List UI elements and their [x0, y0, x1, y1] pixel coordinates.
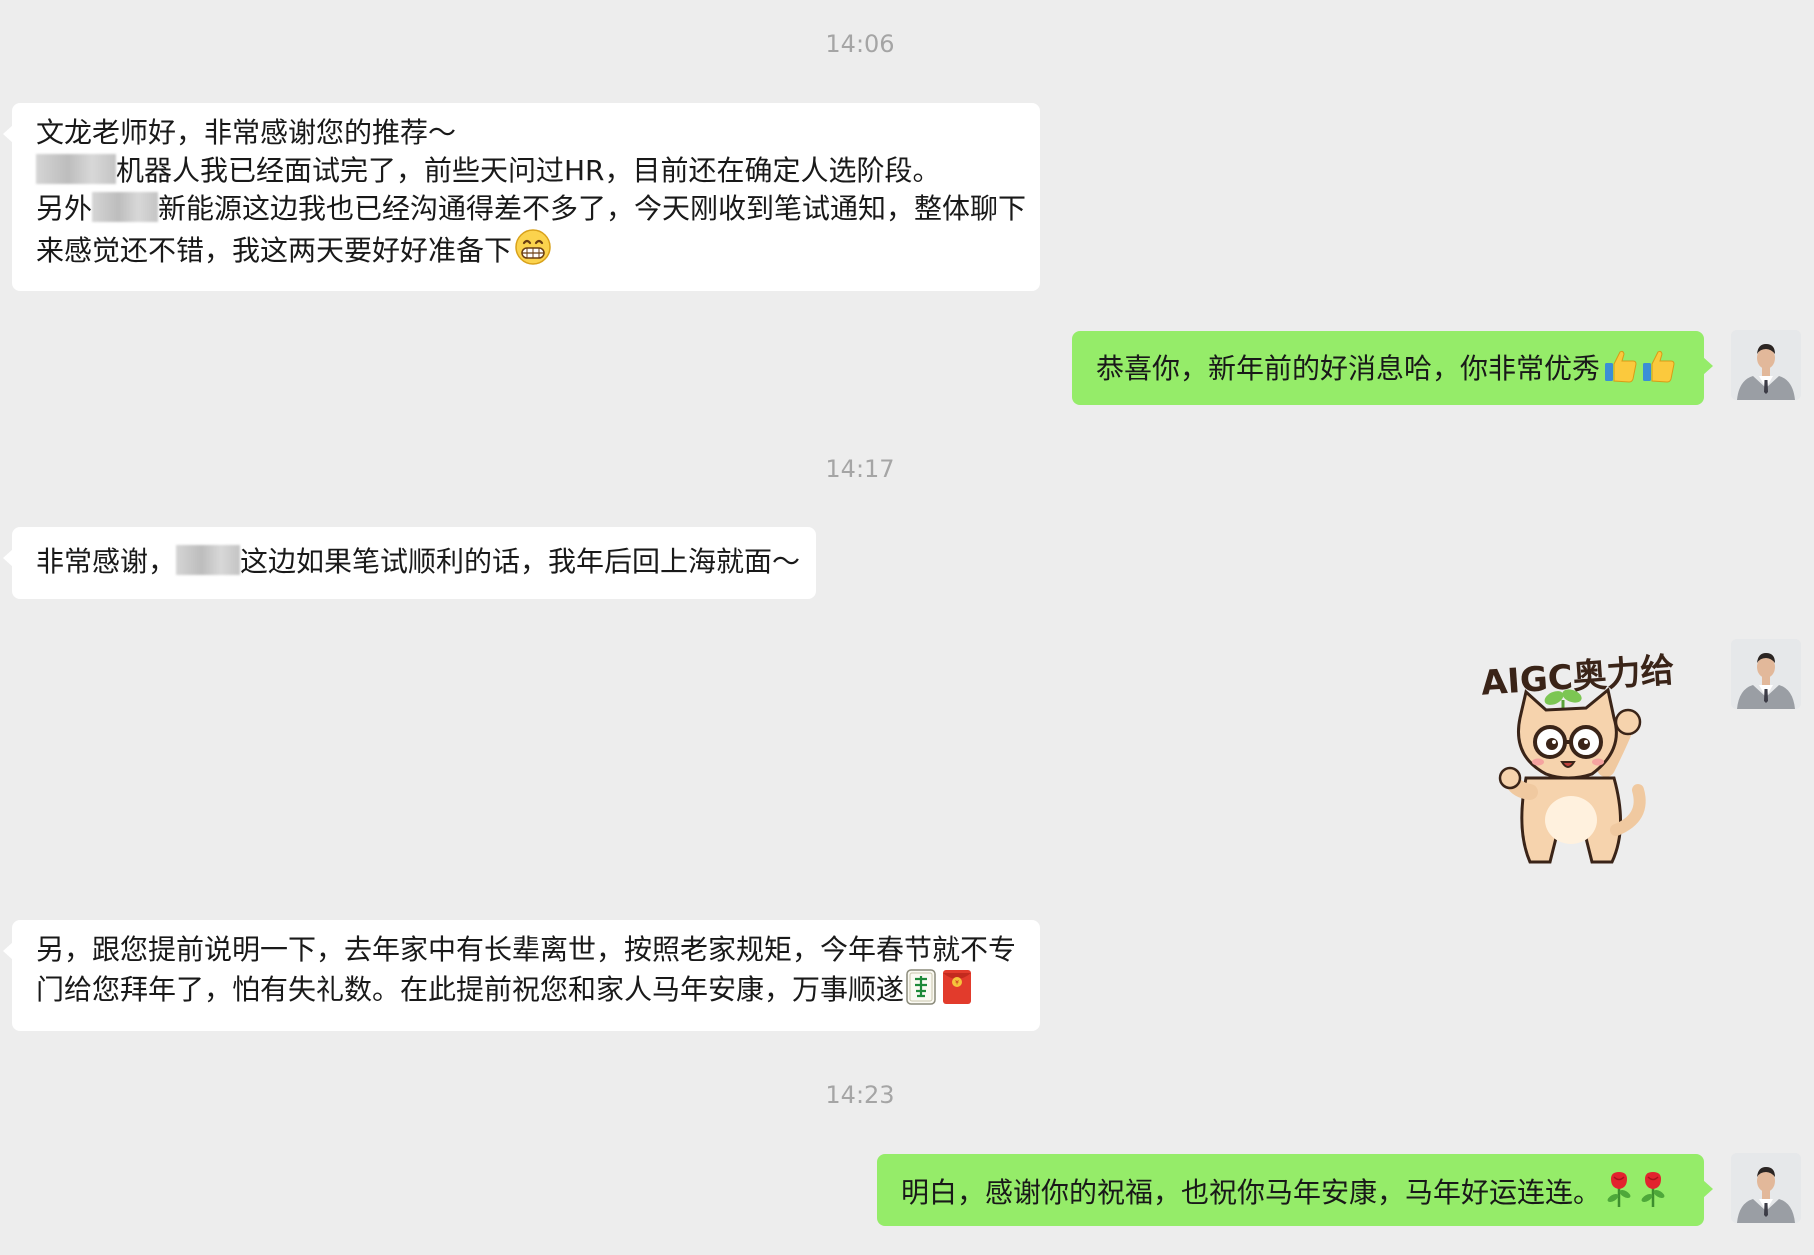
message-line: 来感觉还不错，我这两天要好好准备下 — [36, 228, 1016, 276]
message-text: 恭喜你，新年前的好消息哈，你非常优秀 — [1096, 352, 1601, 385]
mahjong-fa-emoji — [906, 969, 936, 1015]
timestamp: 14:17 — [825, 455, 895, 483]
sent-message-bubble[interactable]: 恭喜你，新年前的好消息哈，你非常优秀 — [1072, 331, 1713, 405]
avatar[interactable] — [1731, 639, 1801, 709]
thumbs-up-emoji — [1602, 348, 1638, 394]
timestamp: 14:23 — [825, 1081, 895, 1109]
received-message-bubble[interactable]: 非常感谢， 这边如果笔试顺利的话，我年后回上海就面～ — [3, 527, 816, 599]
grin-emoji — [514, 228, 552, 276]
redacted-company-name — [176, 545, 241, 575]
avatar[interactable] — [1731, 1153, 1801, 1223]
avatar[interactable] — [1731, 330, 1801, 400]
red-envelope-emoji: ¥ — [942, 969, 972, 1015]
thumbs-up-emoji — [1640, 348, 1676, 394]
message-text: 这边如果笔试顺利的话，我年后回上海就面～ — [240, 545, 801, 578]
received-message-bubble[interactable]: 另，跟您提前说明一下，去年家中有长辈离世，按照老家规矩，今年春节就不专 门给您拜… — [3, 920, 1040, 1031]
cat-sticker[interactable]: AIGC奥力给 — [1468, 640, 1688, 880]
received-message-bubble[interactable]: 文龙老师好，非常感谢您的推荐～ 机器人我已经面试完了，前些天问过HR，目前还在确… — [3, 103, 1040, 291]
redacted-company-name — [92, 192, 159, 222]
svg-text:¥: ¥ — [955, 980, 959, 987]
redacted-company-name — [36, 154, 116, 184]
message-line: 机器人我已经面试完了，前些天问过HR，目前还在确定人选阶段。 — [36, 152, 1016, 190]
message-line: 门给您拜年了，怕有失礼数。在此提前祝您和家人马年安康，万事顺遂 ¥ — [36, 969, 1016, 1015]
timestamp: 14:06 — [825, 30, 895, 58]
message-text: 非常感谢， — [36, 545, 177, 578]
sent-message-bubble[interactable]: 明白，感谢你的祝福，也祝你马年安康，马年好运连连。 — [877, 1154, 1713, 1226]
message-line: 文龙老师好，非常感谢您的推荐～ — [36, 116, 457, 149]
rose-emoji — [1603, 1170, 1635, 1218]
message-line: 另外 新能源这边我也已经沟通得差不多了，今天刚收到笔试通知，整体聊下 — [36, 192, 1027, 225]
rose-emoji — [1637, 1170, 1669, 1218]
message-text: 明白，感谢你的祝福，也祝你马年安康，马年好运连连。 — [901, 1176, 1602, 1209]
message-line: 另，跟您提前说明一下，去年家中有长辈离世，按照老家规矩，今年春节就不专 — [36, 933, 1017, 966]
